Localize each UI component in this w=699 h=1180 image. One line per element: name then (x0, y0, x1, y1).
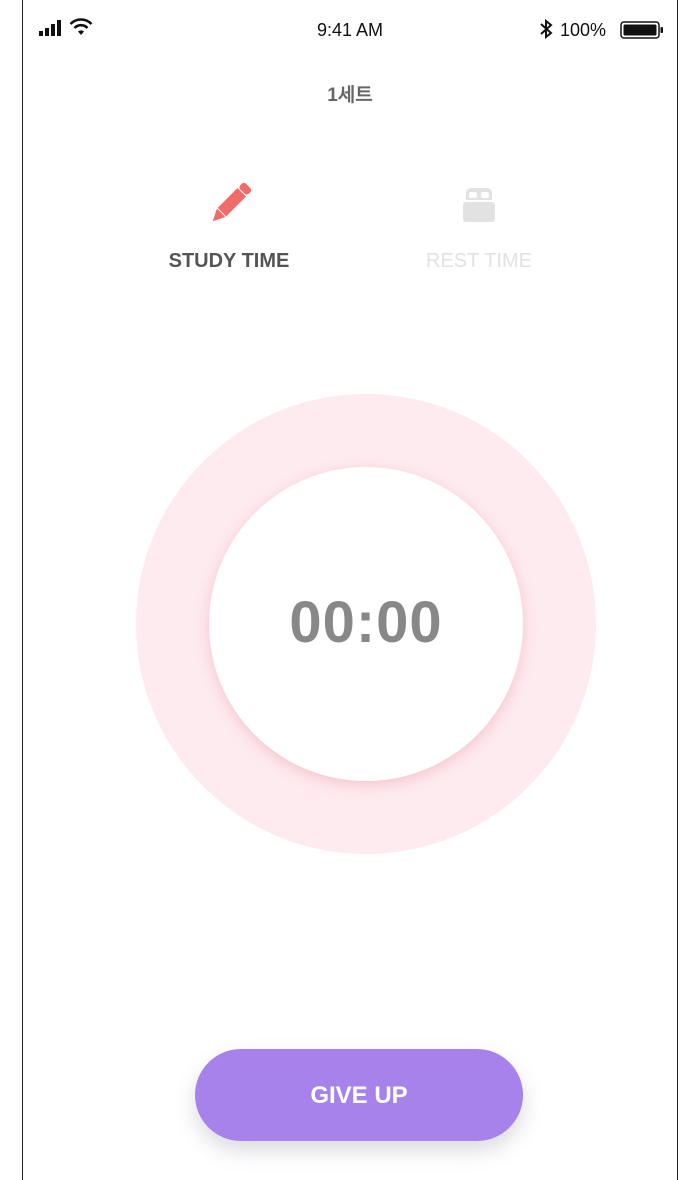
status-bar: 9:41 AM 100% (23, 0, 677, 62)
bed-icon (463, 188, 495, 222)
timer-face[interactable]: 00:00 (209, 467, 523, 781)
timer-display: 00:00 (289, 590, 443, 655)
give-up-button[interactable]: GIVE UP (195, 1049, 523, 1141)
battery-percentage: 100% (560, 20, 607, 40)
tab-rest-time[interactable]: REST TIME (379, 180, 579, 273)
set-title: 1세트 (327, 85, 373, 106)
tab-study-time[interactable]: STUDY TIME (129, 180, 329, 273)
battery-icon (620, 21, 663, 39)
phone-frame: 9:41 AM 100% 1세트 STUDY TIME REST TIME 00… (22, 0, 678, 1180)
pencil-icon (212, 182, 252, 222)
rest-time-label: REST TIME (426, 250, 532, 272)
study-time-label: STUDY TIME (168, 250, 290, 272)
bluetooth-icon (540, 19, 553, 39)
timer-ring: 00:00 (136, 394, 596, 854)
